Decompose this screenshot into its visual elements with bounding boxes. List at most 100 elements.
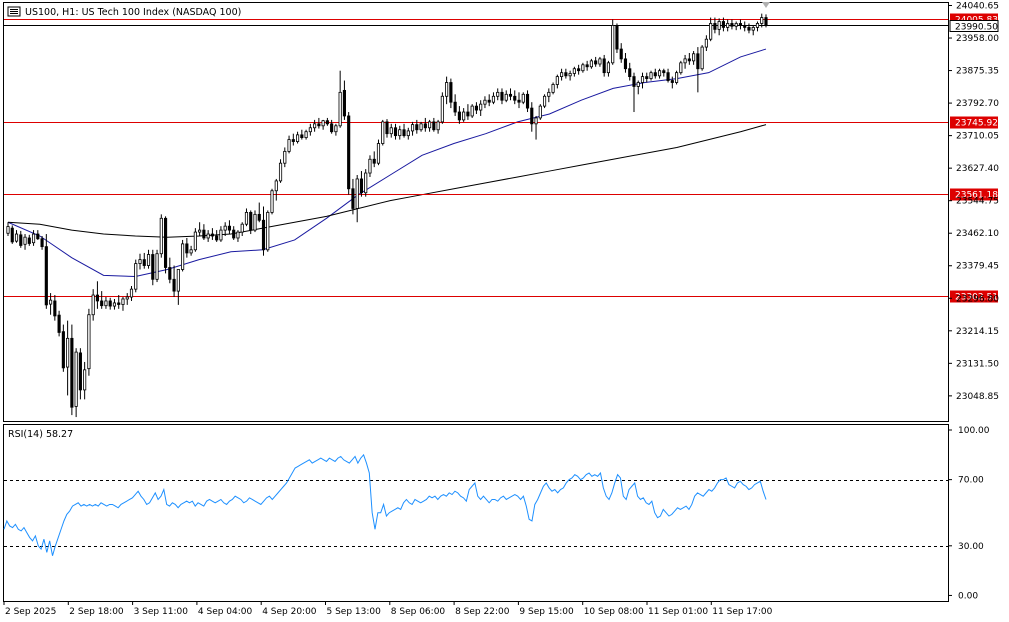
candle-body — [31, 233, 36, 244]
candle-body — [304, 131, 308, 139]
candle-body — [577, 68, 581, 72]
candle-body — [176, 269, 180, 292]
candle-body — [700, 46, 704, 70]
price-tick-label: 23214.15 — [956, 327, 999, 337]
candle-body — [87, 314, 91, 370]
candle-body — [589, 60, 593, 68]
candle-body — [679, 62, 683, 74]
candle-body — [483, 99, 487, 105]
candle-body — [657, 70, 662, 77]
candle-body — [726, 23, 730, 28]
candle-body — [521, 93, 525, 103]
candle-body — [159, 217, 163, 255]
candle-body — [236, 231, 240, 239]
candle-body — [334, 125, 338, 133]
candle-body — [193, 231, 197, 251]
candle-body — [108, 300, 112, 307]
candle-body — [564, 72, 568, 77]
candle-body — [364, 172, 368, 194]
candle-body — [606, 62, 611, 74]
candle-body — [313, 123, 317, 129]
candle-body — [687, 58, 691, 62]
current-price-label: 23990.50 — [955, 23, 998, 33]
candle-body — [287, 139, 291, 152]
candle-body — [202, 229, 206, 239]
candle-body — [449, 82, 453, 103]
candle-body — [491, 95, 496, 103]
candle-body — [359, 178, 364, 194]
candle-body — [223, 225, 227, 231]
candle-body — [662, 70, 666, 74]
candle-body — [376, 143, 381, 164]
candle-body — [121, 298, 125, 305]
candle-body — [517, 99, 521, 103]
candle-body — [189, 249, 193, 254]
candle-body — [351, 188, 355, 209]
candle-body — [572, 68, 576, 74]
candle-body — [764, 17, 768, 26]
candle-body — [19, 234, 23, 246]
candle-body — [534, 117, 538, 125]
time-tick-label: 10 Sep 08:00 — [584, 607, 644, 617]
candle-body — [257, 213, 261, 221]
candle-body — [368, 158, 372, 174]
candle-body — [389, 127, 393, 135]
candle-body — [496, 91, 500, 97]
candle-body — [555, 76, 559, 85]
candle-body — [6, 226, 10, 234]
candle-body — [14, 233, 19, 242]
time-tick-label: 11 Sep 01:00 — [648, 607, 708, 617]
rsi-panel-frame — [3, 424, 949, 602]
candle-body — [538, 105, 542, 119]
candle-body — [619, 48, 623, 60]
candle-body — [172, 278, 176, 292]
candle-body — [419, 123, 423, 131]
price-tick-label: 23131.50 — [956, 359, 999, 369]
candle-body — [296, 134, 300, 142]
candle-body — [636, 82, 640, 87]
candle-body — [181, 243, 185, 270]
candle-body — [283, 150, 287, 164]
candle-body — [330, 123, 334, 133]
candle-body — [457, 111, 461, 121]
candle-body — [78, 352, 82, 391]
price-tick-label: 23792.70 — [956, 99, 999, 109]
candle-body — [342, 89, 346, 117]
candle-body — [163, 217, 168, 268]
candle-body — [100, 300, 104, 307]
price-tick-label: 24040.65 — [956, 1, 999, 11]
rsi-tick-label: 0.00 — [958, 591, 978, 601]
candle-body — [406, 130, 410, 137]
candle-body — [215, 235, 219, 241]
candle-body — [525, 93, 530, 109]
candle-body — [751, 27, 755, 31]
candle-body — [683, 58, 687, 64]
level-tag-label: 23745.92 — [955, 119, 998, 129]
candle-body — [504, 93, 508, 101]
price-tick-label: 23710.05 — [956, 132, 999, 142]
candle-body — [436, 121, 440, 131]
candle-body — [445, 82, 449, 97]
candle-body — [266, 211, 270, 251]
candle-body — [713, 23, 717, 30]
candle-body — [227, 225, 232, 231]
candle-body — [338, 91, 342, 127]
candle-body — [198, 229, 202, 233]
candle-body — [704, 38, 708, 48]
candle-body — [670, 80, 674, 83]
price-tick-label: 23462.10 — [956, 229, 999, 239]
candle-body — [381, 121, 385, 144]
rsi-tick-label: 70.00 — [958, 476, 984, 486]
candle-body — [709, 23, 713, 40]
candle-body — [696, 53, 700, 70]
candle-body — [249, 211, 253, 231]
rsi-tick-label: 30.00 — [958, 542, 984, 552]
time-tick-label: 4 Sep 04:00 — [198, 607, 253, 617]
candle-body — [743, 25, 747, 28]
candle-body — [551, 84, 555, 93]
candle-body — [560, 72, 564, 78]
candle-body — [393, 127, 398, 137]
candle-body — [44, 246, 48, 306]
candle-body — [692, 53, 696, 62]
price-tick-label: 23627.40 — [956, 164, 999, 174]
